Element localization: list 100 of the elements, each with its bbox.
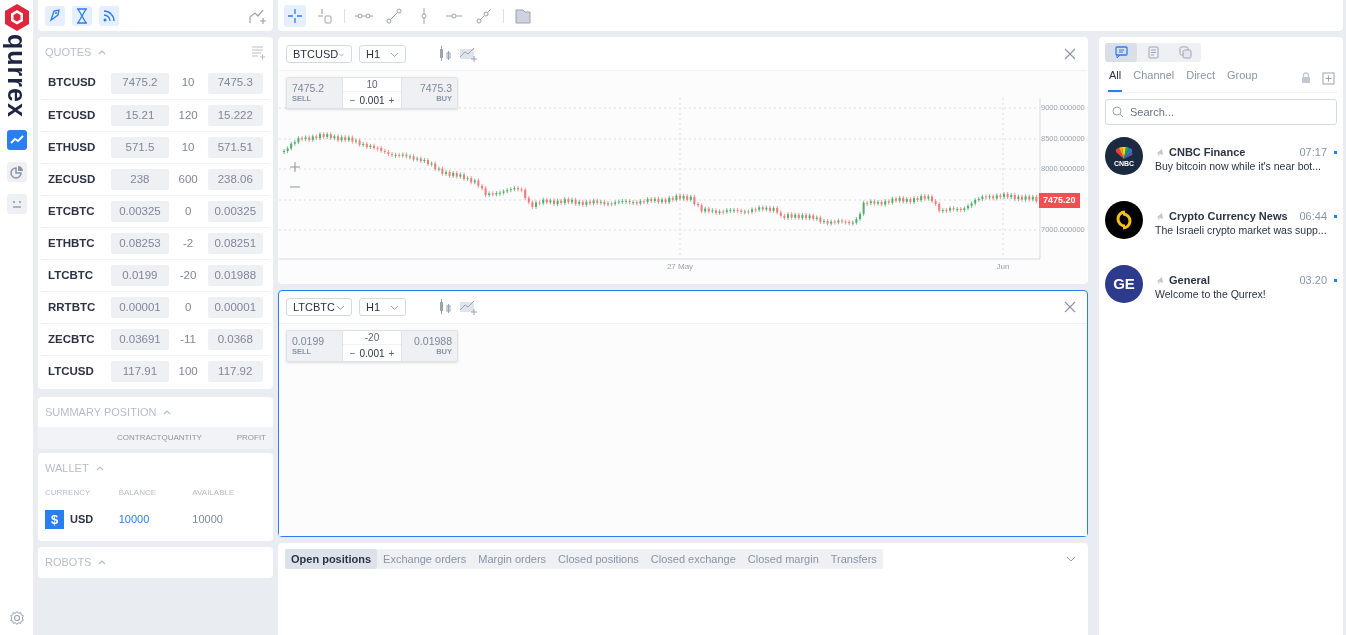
bid-price[interactable]: 7475.2: [111, 72, 169, 94]
zoom-in-icon[interactable]: [289, 161, 301, 173]
orders-tab[interactable]: Open positions: [285, 549, 378, 569]
message-preview: The Israeli crypto market was supp...: [1155, 223, 1328, 238]
orders-tab[interactable]: Exchange orders: [377, 549, 473, 569]
ask-price[interactable]: 117.92: [207, 361, 263, 382]
quote-quantity: 0: [183, 299, 193, 315]
quote-row[interactable]: ZECUSD 238 600 238.06: [41, 163, 270, 195]
quote-symbol: LTCBTC: [48, 267, 95, 283]
peacock-icon: [1113, 145, 1135, 160]
ask-price[interactable]: 7475.3: [207, 72, 263, 94]
lock-icon[interactable]: [1300, 72, 1312, 84]
add-quote-icon[interactable]: [250, 44, 266, 60]
bid-price[interactable]: 15.21: [111, 105, 169, 126]
quote-symbol: ZECBTC: [48, 331, 96, 347]
close-icon[interactable]: [1064, 48, 1076, 60]
ask-price[interactable]: 0.00325: [207, 201, 263, 222]
chart-nav-button[interactable]: [6, 129, 27, 150]
step-field[interactable]: 0.001: [359, 92, 385, 108]
ask-price[interactable]: 238.06: [207, 169, 263, 190]
bid-price[interactable]: 0.08253: [111, 233, 169, 254]
balance-value[interactable]: 10000: [118, 511, 193, 528]
increase-button[interactable]: +: [388, 345, 395, 361]
feed-button[interactable]: [99, 5, 119, 26]
decrease-button[interactable]: −: [349, 345, 356, 361]
hourglass-button[interactable]: [72, 5, 92, 26]
ask-price[interactable]: 571.51: [207, 137, 263, 158]
orders-tab[interactable]: Margin orders: [472, 549, 553, 569]
symbol-dropdown[interactable]: LTCBTC: [286, 298, 352, 316]
timeframe-dropdown[interactable]: H1: [359, 45, 406, 63]
face-nav-button[interactable]: [6, 193, 27, 214]
quote-symbol: BTCUSD: [48, 75, 97, 91]
quote-row[interactable]: ETCUSD 15.21 120 15.222: [41, 99, 270, 131]
ask-price[interactable]: 0.00001: [207, 297, 263, 318]
quote-row[interactable]: LTCUSD 117.91 100 117.92: [41, 355, 270, 387]
add-indicator-icon[interactable]: [459, 46, 477, 62]
filter-tab[interactable]: All: [1108, 66, 1123, 92]
quote-row[interactable]: LTCBTC 0.0199 -20 0.01988: [41, 259, 270, 291]
pie-nav-button[interactable]: [6, 161, 27, 182]
quote-symbol: ETHBTC: [48, 235, 96, 251]
ask-price[interactable]: 0.08251: [207, 233, 263, 254]
quote-symbol: ETCUSD: [48, 107, 97, 123]
bid-price[interactable]: 0.00325: [111, 201, 169, 222]
conversation-item[interactable]: Crypto Currency News 06:44 The Israeli crypto market was supp...: [1105, 191, 1337, 255]
quote-quantity: 10: [180, 75, 196, 91]
channel-name: CNBC Finance: [1169, 144, 1246, 160]
close-icon[interactable]: [1064, 301, 1076, 313]
orders-tab[interactable]: Closed exchange: [644, 549, 742, 569]
candlestick-icon[interactable]: [438, 46, 452, 62]
quote-row[interactable]: ZECBTC 0.03691 -11 0.0368: [41, 323, 270, 355]
filter-tab[interactable]: Direct: [1185, 66, 1216, 92]
bid-price[interactable]: 238: [111, 169, 169, 190]
quote-row[interactable]: ETHUSD 571.5 10 571.51: [41, 131, 270, 163]
compass-button[interactable]: [45, 5, 65, 26]
bid-price[interactable]: 571.5: [111, 137, 169, 158]
quote-symbol: ZECUSD: [48, 171, 97, 187]
axis-label: 27 May: [666, 263, 694, 271]
increase-button[interactable]: +: [388, 92, 395, 108]
bid-price[interactable]: 117.91: [111, 361, 169, 382]
channel-avatar: GE: [1105, 265, 1143, 303]
ask-price[interactable]: 15.222: [207, 105, 263, 126]
orders-tab[interactable]: Closed positions: [552, 549, 645, 569]
filter-tab[interactable]: Channel: [1132, 66, 1176, 92]
decrease-button[interactable]: −: [349, 92, 356, 108]
bid-price[interactable]: 0.00001: [111, 297, 169, 318]
section-title: QUOTES: [45, 44, 92, 60]
bid-price[interactable]: 0.0199: [111, 265, 169, 286]
message-time: 06:44: [1299, 208, 1327, 224]
orders-tab[interactable]: Transfers: [824, 549, 883, 569]
channel-avatar: [1105, 201, 1143, 239]
chat-view-tab[interactable]: [1105, 43, 1137, 62]
step-field[interactable]: 0.001: [359, 345, 385, 361]
bid-price[interactable]: 0.03691: [111, 329, 169, 350]
ask-price[interactable]: 0.01988: [207, 265, 263, 286]
filter-tab[interactable]: Group: [1225, 66, 1259, 92]
quote-symbol: ETCBTC: [48, 203, 96, 219]
symbol-dropdown[interactable]: BTCUSD: [286, 45, 352, 63]
quote-row[interactable]: ETHBTC 0.08253 -2 0.08251: [41, 227, 270, 259]
orders-tab[interactable]: Closed margin: [741, 549, 825, 569]
quote-quantity: -11: [179, 331, 197, 347]
search-field[interactable]: Search...: [1105, 99, 1337, 125]
channel-name: Crypto Currency News: [1169, 208, 1288, 224]
crosshair-tool-button[interactable]: [284, 4, 306, 27]
settings-icon[interactable]: [8, 610, 25, 626]
quote-row[interactable]: RRTBTC 0.00001 0 0.00001: [41, 291, 270, 323]
logo-text: qurrex: [4, 34, 29, 118]
conversation-item[interactable]: GE General 03.20 Welcome to the Qurrex!: [1105, 255, 1337, 319]
column-header: QUANTITY: [161, 432, 202, 444]
quote-row[interactable]: BTCUSD 7475.2 10 7475.3: [41, 67, 270, 99]
quote-row[interactable]: ETCBTC 0.00325 0 0.00325: [41, 195, 270, 227]
add-icon[interactable]: [1322, 72, 1335, 85]
add-indicator-icon[interactable]: [459, 299, 477, 315]
quote-quantity: 0: [183, 203, 193, 219]
quote-quantity: -2: [181, 235, 195, 251]
timeframe-dropdown[interactable]: H1: [359, 298, 406, 316]
quote-quantity: 600: [177, 171, 199, 187]
face-icon: [11, 199, 22, 208]
candlestick-icon[interactable]: [438, 299, 452, 315]
section-title: WALLET: [45, 460, 89, 476]
ask-price[interactable]: 0.0368: [207, 329, 263, 350]
